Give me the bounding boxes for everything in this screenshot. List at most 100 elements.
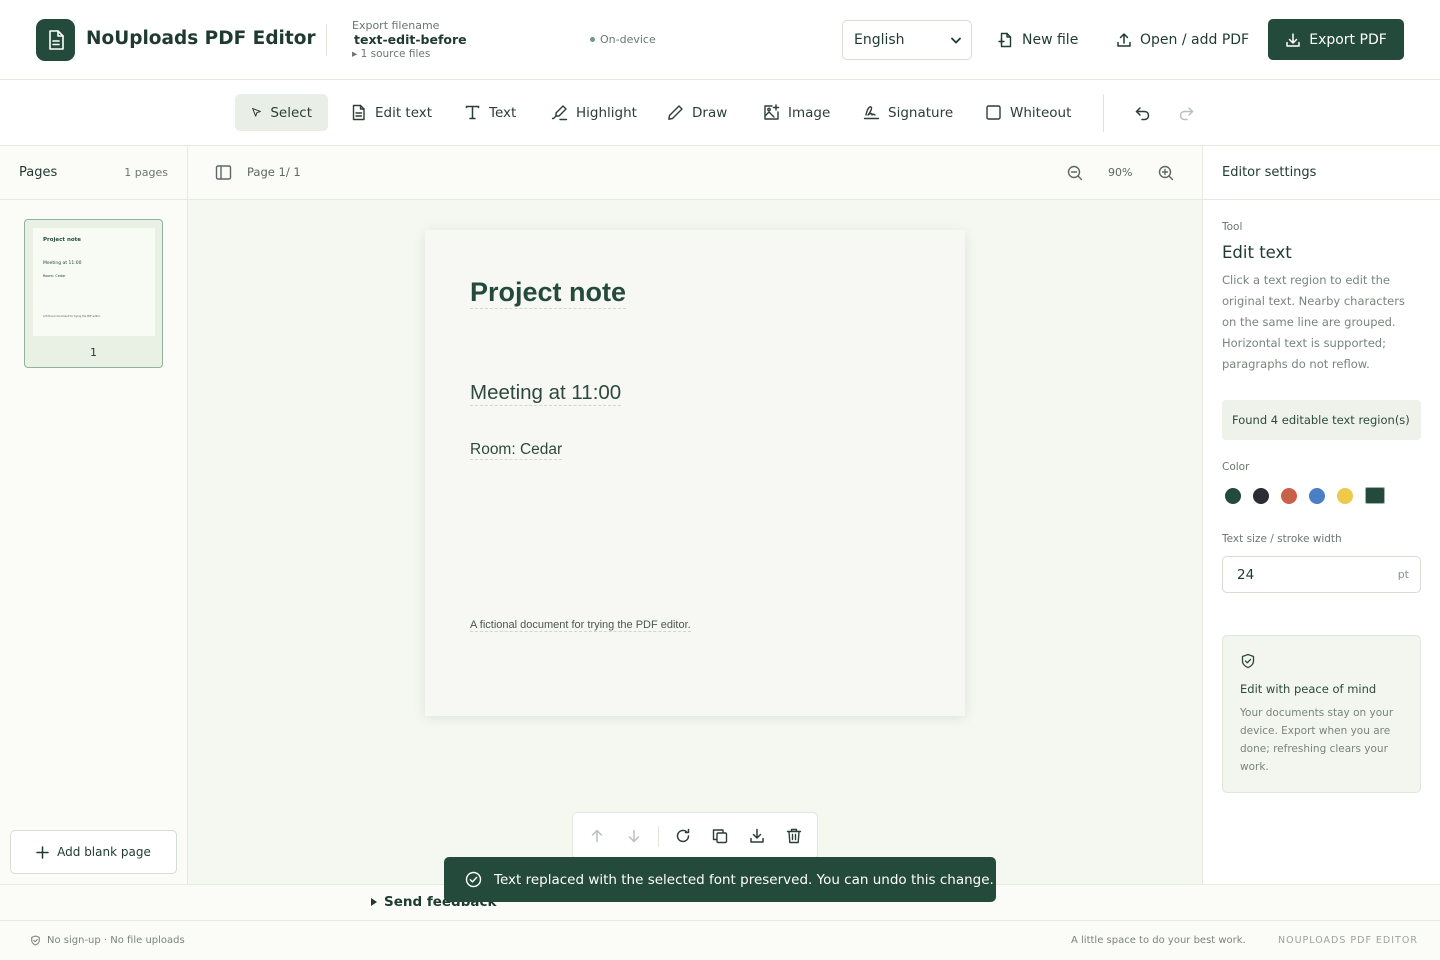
footer-tagline: A little space to do your best work. (1071, 935, 1246, 946)
tool-edit-text[interactable]: Edit text (334, 94, 448, 131)
text-region-title[interactable]: Project note (470, 277, 627, 309)
pages-title: Pages (19, 165, 58, 180)
color-swatch-green[interactable] (1225, 487, 1241, 504)
privacy-title: Edit with peace of mind (1240, 682, 1377, 696)
pages-header: Pages 1 pages (0, 146, 187, 200)
privacy-card: Edit with peace of mind Your documents s… (1222, 635, 1421, 793)
tool-text[interactable]: Text (448, 94, 532, 131)
open-add-pdf-label: Open / add PDF (1140, 32, 1250, 48)
plus-icon (36, 845, 49, 859)
zoom-out-button[interactable] (1067, 165, 1083, 181)
found-regions-badge: Found 4 editable text region(s) (1222, 400, 1421, 440)
upload-icon (1117, 33, 1131, 47)
tool-whiteout[interactable]: Whiteout (969, 94, 1087, 131)
tool-signature-label: Signature (888, 104, 954, 121)
tool-signature[interactable]: Signature (847, 94, 969, 131)
tool-toolbar: Select Edit text Text Highlight Draw Ima… (0, 80, 1440, 146)
highlighter-icon (551, 105, 568, 121)
redo-button[interactable] (1173, 100, 1199, 126)
language-value: English (854, 32, 905, 48)
file-text-icon (352, 104, 365, 121)
square-icon (986, 105, 1001, 120)
text-size-input[interactable]: 24 pt (1222, 556, 1421, 593)
caret-right-icon (371, 898, 377, 906)
tool-highlight-label: Highlight (576, 104, 637, 121)
undo-button[interactable] (1129, 100, 1155, 126)
zoom-in-button[interactable] (1158, 165, 1174, 181)
current-tool-name: Edit text (1222, 243, 1292, 262)
toast-notification: Text replaced with the selected font pre… (444, 857, 996, 902)
page-actions-bar (572, 812, 818, 859)
language-select[interactable]: English (842, 20, 972, 60)
cursor-icon (252, 107, 261, 117)
download-page-button[interactable] (746, 825, 768, 847)
custom-color-picker[interactable] (1365, 487, 1385, 504)
add-blank-page-button[interactable]: Add blank page (10, 830, 177, 874)
type-icon (465, 105, 480, 120)
color-swatch-black[interactable] (1253, 487, 1269, 504)
zoom-level: 90% (1108, 166, 1133, 179)
text-size-value: 24 (1237, 567, 1255, 583)
zoom-out-icon (1067, 165, 1083, 181)
tool-whiteout-label: Whiteout (1010, 104, 1072, 121)
download-icon (750, 828, 764, 843)
on-device-status: On-device (590, 33, 656, 46)
page-thumbnail[interactable]: Project note Meeting at 11:00 Room: Ceda… (24, 219, 163, 368)
pencil-icon (668, 105, 683, 120)
color-label: Color (1222, 461, 1250, 473)
export-pdf-label: Export PDF (1309, 31, 1387, 48)
filename-input[interactable]: text-edit-before (354, 32, 467, 47)
page-actions-divider (658, 826, 659, 847)
toggle-sidebar-button[interactable] (215, 164, 232, 181)
new-file-button[interactable]: New file (998, 20, 1078, 60)
delete-page-button[interactable] (783, 825, 805, 847)
shield-check-icon (1241, 653, 1255, 669)
text-region-room[interactable]: Room: Cedar (470, 441, 563, 460)
settings-title: Editor settings (1222, 165, 1317, 180)
text-region-meeting[interactable]: Meeting at 11:00 (470, 381, 622, 406)
redo-icon (1179, 106, 1193, 120)
app-logo (36, 19, 75, 61)
export-pdf-button[interactable]: Export PDF (1268, 19, 1404, 60)
status-dot-icon (590, 37, 595, 42)
app-header: NoUploads PDF Editor Export filename tex… (0, 0, 1440, 80)
tool-image-label: Image (788, 104, 831, 121)
footer-brand: NOUPLOADS PDF EDITOR (1278, 935, 1418, 946)
document-canvas: Project note Meeting at 11:00 Room: Ceda… (188, 200, 1202, 884)
tool-image[interactable]: Image (747, 94, 846, 131)
toast-message: Text replaced with the selected font pre… (494, 871, 994, 888)
tool-text-label: Text (489, 104, 517, 121)
color-swatch-yellow[interactable] (1337, 487, 1353, 504)
tool-select[interactable]: Select (235, 94, 328, 131)
app-title: NoUploads PDF Editor (86, 28, 316, 49)
size-label: Text size / stroke width (1222, 533, 1342, 545)
color-swatches (1225, 487, 1385, 504)
duplicate-page-button[interactable] (709, 825, 731, 847)
page-indicator: Page 1/ 1 (247, 165, 301, 179)
rotate-page-button[interactable] (672, 825, 694, 847)
source-files-toggle[interactable]: ▸ 1 source files (352, 48, 430, 60)
check-circle-icon (465, 871, 482, 888)
pages-panel: Pages 1 pages Project note Meeting at 11… (0, 146, 188, 884)
text-size-unit: pt (1397, 568, 1409, 581)
zoom-in-icon (1158, 165, 1174, 181)
move-page-down-button[interactable] (623, 825, 645, 847)
document-icon (48, 30, 64, 50)
filename-label: Export filename (352, 19, 440, 32)
tool-label: Tool (1222, 221, 1243, 233)
color-swatch-red[interactable] (1281, 487, 1297, 504)
signature-icon (863, 106, 880, 120)
tool-draw[interactable]: Draw (651, 94, 743, 131)
rotate-icon (676, 828, 690, 843)
move-page-up-button[interactable] (586, 825, 608, 847)
on-device-label: On-device (600, 33, 656, 46)
open-add-pdf-button[interactable]: Open / add PDF (1116, 20, 1249, 60)
tool-highlight[interactable]: Highlight (535, 94, 653, 131)
arrow-up-icon (591, 829, 603, 843)
header-divider (326, 24, 327, 56)
panel-left-icon (215, 165, 232, 180)
text-region-footer[interactable]: A fictional document for trying the PDF … (470, 619, 691, 632)
color-swatch-blue[interactable] (1309, 487, 1325, 504)
pdf-page: Project note Meeting at 11:00 Room: Ceda… (425, 230, 965, 716)
canvas-header: Page 1/ 1 90% (188, 146, 1202, 200)
